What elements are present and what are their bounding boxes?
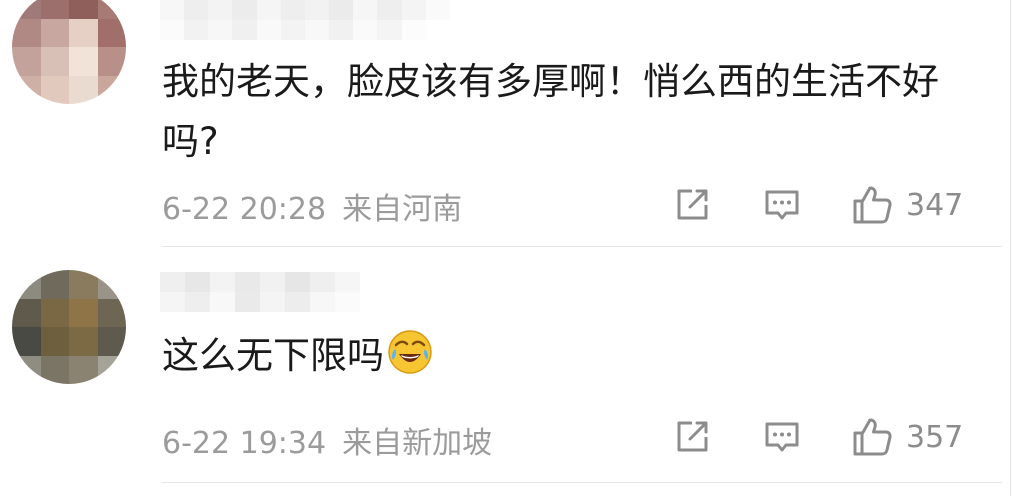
avatar-pixel — [69, 298, 98, 327]
avatar-pixel — [40, 327, 69, 356]
like-button[interactable]: 357 — [850, 412, 963, 462]
comment-text-content: 这么无下限吗 — [162, 334, 384, 377]
share-button[interactable] — [672, 412, 712, 462]
avatar-pixel — [97, 298, 126, 327]
avatar-pixel — [97, 327, 126, 356]
avatar-pixel — [12, 270, 41, 299]
share-icon — [677, 189, 708, 220]
avatar-pixel — [40, 0, 69, 19]
reply-button[interactable] — [762, 412, 802, 462]
username-redacted[interactable] — [160, 0, 450, 40]
comment-divider — [162, 246, 1002, 247]
avatar-pixel — [40, 18, 69, 47]
comment-actions: 347 — [0, 180, 1002, 230]
user-avatar[interactable] — [12, 0, 126, 104]
thumbs-up-icon — [853, 418, 892, 456]
comment-actions: 357 — [0, 412, 1002, 462]
avatar-pixel — [12, 327, 41, 356]
comment-icon — [765, 190, 799, 220]
avatar-pixel — [97, 75, 126, 104]
share-icon — [677, 421, 708, 452]
avatar-pixel — [97, 355, 126, 384]
avatar-pixel — [69, 355, 98, 384]
avatar-pixel — [40, 47, 69, 76]
avatar-pixel — [12, 47, 41, 76]
comment-text: 这么无下限吗 — [162, 326, 972, 386]
comment-divider — [162, 482, 1002, 483]
reply-button[interactable] — [762, 180, 802, 230]
like-button[interactable]: 347 — [850, 180, 963, 230]
laughing-crying-emoji-icon — [388, 330, 432, 374]
avatar-pixel — [69, 0, 98, 19]
scroll-edge — [1010, 0, 1011, 496]
avatar-pixel — [40, 298, 69, 327]
avatar-pixel — [69, 18, 98, 47]
avatar-pixel — [12, 298, 41, 327]
avatar-pixel — [97, 270, 126, 299]
avatar-pixel — [40, 355, 69, 384]
like-count: 357 — [906, 419, 964, 455]
share-button[interactable] — [672, 180, 712, 230]
avatar-pixel — [12, 355, 41, 384]
avatar-pixel — [69, 270, 98, 299]
avatar-pixel — [97, 0, 126, 19]
avatar-pixel — [12, 18, 41, 47]
avatar-pixel — [12, 75, 41, 104]
avatar-pixel — [69, 47, 98, 76]
comment-list: 我的老天，脸皮该有多厚啊！悄么西的生活不好吗? 6-22 20:28来自河南 — [0, 0, 1013, 496]
avatar-pixel — [40, 270, 69, 299]
avatar-pixel — [69, 327, 98, 356]
thumbs-up-icon — [853, 186, 892, 224]
avatar-pixel — [12, 0, 41, 19]
avatar-pixel — [97, 47, 126, 76]
like-count: 347 — [906, 187, 964, 223]
comment-text: 我的老天，脸皮该有多厚啊！悄么西的生活不好吗? — [162, 60, 939, 163]
avatar-pixel — [40, 75, 69, 104]
avatar-pixel — [69, 75, 98, 104]
username-redacted[interactable] — [160, 272, 360, 312]
user-avatar[interactable] — [12, 270, 126, 384]
avatar-pixel — [97, 18, 126, 47]
comment-icon — [765, 422, 799, 452]
